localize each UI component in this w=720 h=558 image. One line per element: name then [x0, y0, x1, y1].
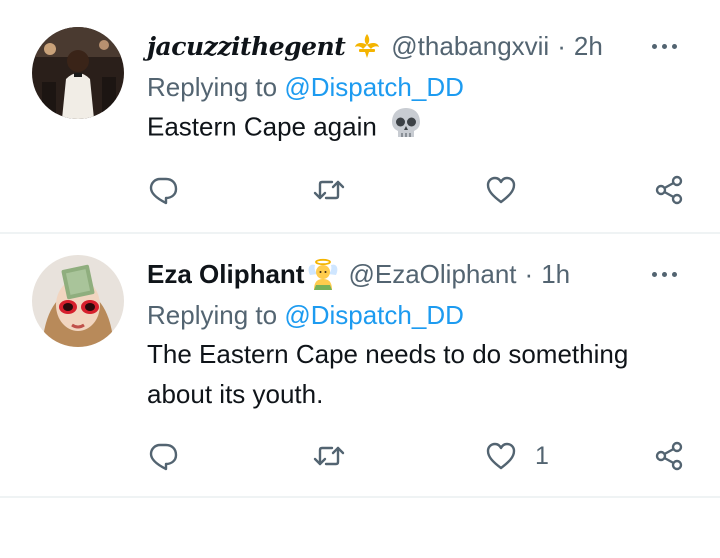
tweet-actions — [147, 170, 690, 210]
like-button[interactable] — [485, 170, 517, 210]
display-name[interactable]: Eza Oliphant — [147, 259, 304, 290]
tweet-text-line: about its youth. — [147, 379, 324, 409]
share-button[interactable] — [653, 436, 685, 476]
separator-dot: · — [557, 30, 566, 61]
more-options-icon[interactable] — [644, 262, 684, 286]
like-count: 1 — [535, 441, 549, 470]
heart-icon — [486, 442, 516, 470]
reply-icon — [149, 443, 178, 471]
retweet-icon — [313, 180, 345, 200]
replying-to-label: Replying to — [147, 72, 278, 102]
fleur-de-lis-icon — [351, 32, 383, 60]
retweet-icon — [313, 446, 345, 466]
user-handle[interactable]: @EzaOliphant — [348, 259, 516, 290]
user-handle[interactable]: @thabangxvii — [391, 31, 549, 62]
tweet-text-body: Eastern Cape again — [147, 111, 377, 142]
more-options-icon[interactable] — [644, 34, 684, 58]
retweet-button[interactable] — [313, 436, 345, 476]
tweet-header: jacuzzithegent @thabangxvii · 2h — [147, 28, 690, 64]
retweet-button[interactable] — [313, 170, 345, 210]
tweet-text: Eastern Cape again — [147, 106, 690, 151]
tweet-text: The Eastern Cape needs to do something a… — [147, 334, 690, 414]
like-button[interactable]: 1 — [485, 436, 549, 476]
reply-icon — [149, 177, 178, 205]
tweet[interactable]: Eza Oliphant @EzaOliphant · 1h Replying … — [0, 234, 720, 498]
tweet-text-line: The Eastern Cape needs to do something — [147, 339, 629, 369]
mention-link[interactable]: @Dispatch_DD — [284, 300, 464, 330]
heart-icon — [486, 176, 516, 204]
tweet-actions: 1 — [147, 436, 690, 476]
replying-to-label: Replying to — [147, 300, 278, 330]
reply-button[interactable] — [147, 436, 179, 476]
replying-to-line: Replying to @Dispatch_DD — [147, 70, 690, 104]
avatar[interactable] — [32, 27, 124, 119]
timestamp[interactable]: 2h — [574, 31, 603, 62]
timestamp[interactable]: 1h — [541, 259, 570, 290]
skull-emoji-icon — [390, 106, 422, 151]
share-icon — [655, 441, 683, 471]
share-icon — [655, 175, 683, 205]
mention-link[interactable]: @Dispatch_DD — [284, 72, 464, 102]
angel-emoji-icon — [306, 257, 340, 291]
display-name[interactable]: jacuzzithegent — [147, 32, 346, 61]
replying-to-line: Replying to @Dispatch_DD — [147, 298, 690, 332]
tweet-header: Eza Oliphant @EzaOliphant · 1h — [147, 256, 690, 292]
avatar[interactable] — [32, 255, 124, 347]
separator-dot: · — [524, 258, 534, 289]
reply-button[interactable] — [147, 170, 179, 210]
tweet[interactable]: jacuzzithegent @thabangxvii · 2h Replyin… — [0, 0, 720, 234]
share-button[interactable] — [653, 170, 685, 210]
